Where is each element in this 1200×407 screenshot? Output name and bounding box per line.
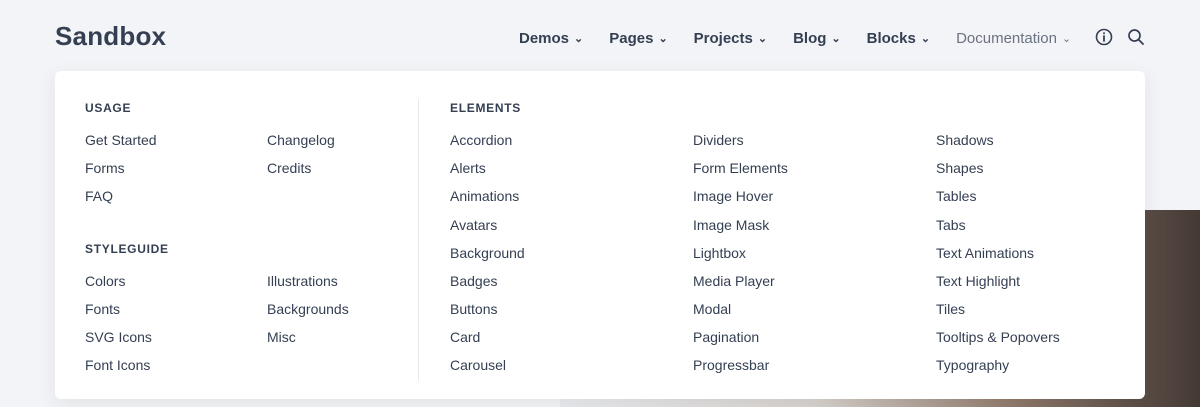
styleguide-heading: Styleguide: [85, 242, 169, 256]
elements-heading: Elements: [450, 101, 521, 115]
menu-link-animations[interactable]: Animations: [450, 188, 519, 204]
menu-link-progressbar[interactable]: Progressbar: [693, 357, 769, 373]
menu-link-misc[interactable]: Misc: [267, 329, 296, 345]
chevron-down-icon: ⌄: [757, 33, 768, 45]
nav-pages-label: Pages: [609, 29, 654, 47]
menu-link-get-started[interactable]: Get Started: [85, 132, 157, 148]
chevron-down-icon: ⌄: [574, 33, 584, 45]
menu-link-card[interactable]: Card: [450, 329, 480, 345]
menu-link-buttons[interactable]: Buttons: [450, 301, 497, 317]
menu-link-accordion[interactable]: Accordion: [450, 132, 512, 148]
search-icon[interactable]: [1127, 28, 1145, 46]
menu-link-tooltips-popovers[interactable]: Tooltips & Popovers: [936, 329, 1060, 345]
site-header: Sandbox Demos ⌄ Pages ⌄ Projects ⌄ Blog ⌄ Bl…: [0, 0, 1200, 74]
menu-link-image-hover[interactable]: Image Hover: [693, 188, 773, 204]
menu-link-media-player[interactable]: Media Player: [693, 273, 775, 289]
menu-link-modal[interactable]: Modal: [693, 301, 731, 317]
nav-projects-label: Projects: [693, 29, 753, 47]
main-nav: Demos ⌄ Pages ⌄ Projects ⌄ Blog ⌄ Blocks ⌄ Do…: [519, 28, 1097, 48]
menu-link-colors[interactable]: Colors: [85, 273, 125, 289]
nav-blog[interactable]: Blog ⌄: [793, 28, 841, 48]
menu-link-form-elements[interactable]: Form Elements: [693, 160, 788, 176]
menu-link-font-icons[interactable]: Font Icons: [85, 357, 150, 373]
documentation-dropdown: Usage Get Started Forms FAQ Changelog Cr…: [55, 71, 1145, 399]
chevron-down-icon: ⌄: [831, 33, 841, 45]
nav-documentation[interactable]: Documentation ⌄: [956, 28, 1071, 48]
nav-blocks-label: Blocks: [866, 29, 916, 47]
menu-link-changelog[interactable]: Changelog: [267, 132, 335, 148]
menu-link-typography[interactable]: Typography: [936, 357, 1009, 373]
menu-link-avatars[interactable]: Avatars: [450, 217, 497, 233]
info-icon[interactable]: [1095, 28, 1113, 46]
menu-link-text-animations[interactable]: Text Animations: [936, 245, 1034, 261]
column-divider: [418, 99, 419, 381]
menu-link-forms[interactable]: Forms: [85, 160, 125, 176]
menu-link-alerts[interactable]: Alerts: [450, 160, 486, 176]
nav-blog-label: Blog: [793, 29, 827, 47]
nav-documentation-label: Documentation: [956, 29, 1057, 47]
menu-link-illustrations[interactable]: Illustrations: [267, 273, 338, 289]
menu-link-pagination[interactable]: Pagination: [693, 329, 759, 345]
usage-heading: Usage: [85, 101, 132, 115]
menu-link-fonts[interactable]: Fonts: [85, 301, 120, 317]
chevron-down-icon: ⌄: [920, 33, 931, 45]
menu-link-lightbox[interactable]: Lightbox: [693, 245, 746, 261]
menu-link-image-mask[interactable]: Image Mask: [693, 217, 769, 233]
menu-link-badges[interactable]: Badges: [450, 273, 497, 289]
nav-projects[interactable]: Projects ⌄: [694, 28, 767, 48]
chevron-down-icon: ⌄: [1061, 33, 1072, 45]
menu-link-faq[interactable]: FAQ: [85, 188, 113, 204]
menu-link-background[interactable]: Background: [450, 245, 525, 261]
menu-link-tables[interactable]: Tables: [936, 188, 976, 204]
menu-link-text-highlight[interactable]: Text Highlight: [936, 273, 1020, 289]
menu-link-backgrounds[interactable]: Backgrounds: [267, 301, 349, 317]
chevron-down-icon: ⌄: [658, 33, 668, 45]
nav-blocks[interactable]: Blocks ⌄: [867, 28, 930, 48]
menu-link-credits[interactable]: Credits: [267, 160, 311, 176]
menu-link-shadows[interactable]: Shadows: [936, 132, 994, 148]
logo[interactable]: Sandbox: [55, 21, 166, 52]
nav-demos[interactable]: Demos ⌄: [519, 28, 583, 48]
nav-demos-label: Demos: [519, 29, 570, 47]
menu-link-dividers[interactable]: Dividers: [693, 132, 744, 148]
nav-pages[interactable]: Pages ⌄: [609, 28, 667, 48]
menu-link-tiles[interactable]: Tiles: [936, 301, 965, 317]
menu-link-tabs[interactable]: Tabs: [936, 217, 966, 233]
menu-link-carousel[interactable]: Carousel: [450, 357, 506, 373]
menu-link-shapes[interactable]: Shapes: [936, 160, 983, 176]
menu-link-svg-icons[interactable]: SVG Icons: [85, 329, 152, 345]
